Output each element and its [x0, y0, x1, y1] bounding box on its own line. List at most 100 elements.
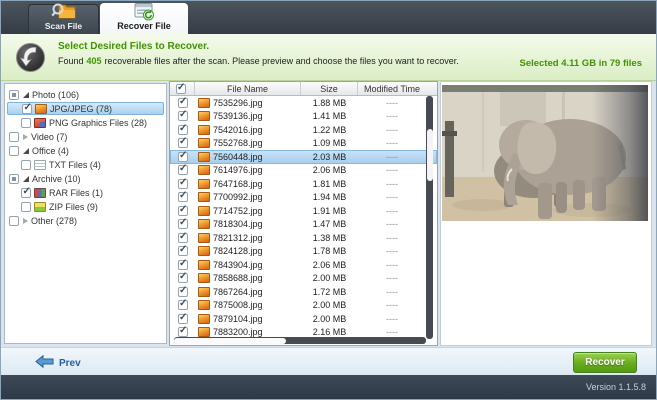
vertical-scrollbar-thumb[interactable] — [427, 129, 433, 181]
row-checkbox[interactable] — [178, 98, 188, 108]
file-modified-time: ---- — [358, 204, 426, 218]
table-row[interactable]: 7843904.jpg 2.06 MB ---- — [170, 258, 437, 272]
row-checkbox[interactable] — [178, 246, 188, 256]
tree-item-checkbox[interactable] — [21, 160, 31, 170]
tree-item[interactable]: Archive (10) — [7, 172, 164, 185]
table-row[interactable]: 7614976.jpg 2.06 MB ---- — [170, 164, 437, 178]
table-row[interactable]: 7535296.jpg 1.88 MB ---- — [170, 96, 437, 110]
tree-item-checkbox[interactable] — [22, 104, 32, 114]
file-modified-time: ---- — [358, 177, 426, 191]
tree-expander-icon[interactable] — [23, 218, 28, 224]
jpg-image-icon — [198, 138, 210, 148]
row-checkbox[interactable] — [178, 152, 188, 162]
recover-button[interactable]: Recover — [573, 352, 637, 373]
tree-item-checkbox[interactable] — [9, 146, 19, 156]
table-row[interactable]: 7560448.jpg 2.03 MB ---- — [170, 150, 437, 164]
jpg-image-icon — [198, 246, 210, 256]
file-size: 1.38 MB — [301, 231, 358, 245]
table-row[interactable]: 7858688.jpg 2.00 MB ---- — [170, 272, 437, 286]
table-row[interactable]: 7539136.jpg 1.41 MB ---- — [170, 110, 437, 124]
tree-item-checkbox[interactable] — [9, 90, 19, 100]
select-all-checkbox[interactable] — [176, 84, 186, 94]
file-size: 1.47 MB — [301, 218, 358, 232]
file-name: 7879104.jpg — [213, 314, 263, 324]
table-row[interactable]: 7821312.jpg 1.38 MB ---- — [170, 231, 437, 245]
table-row[interactable]: 7542016.jpg 1.22 MB ---- — [170, 123, 437, 137]
tree-item-label: ZIP Files (9) — [49, 202, 98, 212]
table-header: File Name Size Modified Time — [170, 82, 437, 96]
tree-item[interactable]: RAR Files (1) — [7, 186, 164, 199]
tree-item[interactable]: JPG/JPEG (78) — [7, 102, 164, 115]
table-row[interactable]: 7867264.jpg 1.72 MB ---- — [170, 285, 437, 299]
file-size: 1.94 MB — [301, 191, 358, 205]
horizontal-scrollbar-thumb[interactable] — [174, 338, 286, 344]
jpg-image-icon — [198, 219, 210, 229]
prev-button[interactable]: Prev — [35, 355, 81, 371]
file-size: 1.72 MB — [301, 285, 358, 299]
row-checkbox[interactable] — [178, 327, 188, 337]
row-checkbox[interactable] — [178, 219, 188, 229]
row-checkbox[interactable] — [178, 206, 188, 216]
row-checkbox[interactable] — [178, 138, 188, 148]
tree-item[interactable]: Other (278) — [7, 214, 164, 227]
row-checkbox[interactable] — [178, 233, 188, 243]
tab-bar: Scan File Recover File — [1, 1, 656, 34]
tab-scan-file-label: Scan File — [45, 21, 82, 34]
row-checkbox-cell — [170, 299, 195, 313]
jpg-image-icon — [198, 111, 210, 121]
column-size[interactable]: Size — [301, 82, 358, 95]
row-checkbox[interactable] — [178, 192, 188, 202]
tree-item[interactable]: ZIP Files (9) — [7, 200, 164, 213]
file-name: 7542016.jpg — [213, 125, 263, 135]
file-modified-time: ---- — [358, 137, 426, 151]
tree-item[interactable]: PNG Graphics Files (28) — [7, 116, 164, 129]
file-name: 7858688.jpg — [213, 273, 263, 283]
vertical-scrollbar[interactable] — [426, 96, 433, 339]
table-row[interactable]: 7552768.jpg 1.09 MB ---- — [170, 137, 437, 151]
tree-item-checkbox[interactable] — [21, 188, 31, 198]
tab-recover-file[interactable]: Recover File — [100, 3, 188, 34]
table-row[interactable]: 7700992.jpg 1.94 MB ---- — [170, 191, 437, 205]
tree-item-checkbox[interactable] — [9, 132, 19, 142]
column-modified-time[interactable]: Modified Time — [358, 82, 426, 95]
tree-item[interactable]: Photo (106) — [7, 88, 164, 101]
file-modified-time: ---- — [358, 299, 426, 313]
row-checkbox[interactable] — [178, 165, 188, 175]
file-name: 7700992.jpg — [213, 192, 263, 202]
tree-expander-icon[interactable] — [23, 134, 28, 140]
tree-item[interactable]: Office (4) — [7, 144, 164, 157]
row-checkbox[interactable] — [178, 260, 188, 270]
tree-expander-icon[interactable] — [23, 92, 29, 98]
row-checkbox-cell — [170, 137, 195, 151]
row-checkbox[interactable] — [178, 287, 188, 297]
jpg-image-icon — [198, 260, 210, 270]
file-list: File Name Size Modified Time 7535296.jpg… — [169, 81, 438, 346]
table-row[interactable]: 7824128.jpg 1.78 MB ---- — [170, 245, 437, 259]
row-checkbox[interactable] — [178, 125, 188, 135]
tree-expander-icon[interactable] — [23, 176, 29, 182]
table-row[interactable]: 7714752.jpg 1.91 MB ---- — [170, 204, 437, 218]
table-row[interactable]: 7879104.jpg 2.00 MB ---- — [170, 312, 437, 326]
tab-scan-file[interactable]: Scan File — [28, 4, 99, 34]
file-modified-time: ---- — [358, 191, 426, 205]
tree-item[interactable]: Video (7) — [7, 130, 164, 143]
table-row[interactable]: 7875008.jpg 2.00 MB ---- — [170, 299, 437, 313]
row-checkbox[interactable] — [178, 179, 188, 189]
tree-expander-icon[interactable] — [23, 148, 29, 154]
horizontal-scrollbar[interactable] — [174, 337, 426, 344]
tree-item-checkbox[interactable] — [9, 174, 19, 184]
row-checkbox-cell — [170, 191, 195, 205]
file-size: 1.88 MB — [301, 96, 358, 110]
tree-item-checkbox[interactable] — [21, 202, 31, 212]
row-checkbox[interactable] — [178, 314, 188, 324]
tree-item-checkbox[interactable] — [21, 118, 31, 128]
table-row[interactable]: 7818304.jpg 1.47 MB ---- — [170, 218, 437, 232]
file-modified-time: ---- — [358, 285, 426, 299]
table-row[interactable]: 7647168.jpg 1.81 MB ---- — [170, 177, 437, 191]
tree-item-checkbox[interactable] — [9, 216, 19, 226]
column-file-name[interactable]: File Name — [195, 82, 301, 95]
row-checkbox[interactable] — [178, 111, 188, 121]
tree-item[interactable]: TXT Files (4) — [7, 158, 164, 171]
row-checkbox[interactable] — [178, 273, 188, 283]
row-checkbox[interactable] — [178, 300, 188, 310]
